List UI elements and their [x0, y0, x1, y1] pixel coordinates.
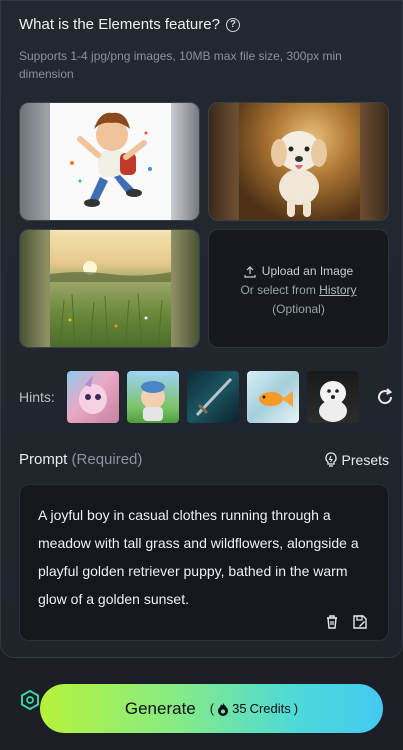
credits-label: Credits: [249, 701, 291, 716]
meadow-image: [50, 230, 171, 347]
hint-thumbnail-sword[interactable]: [187, 371, 239, 423]
upload-slot[interactable]: Upload an Image Or select from History (…: [208, 229, 389, 348]
panel-title: What is the Elements feature?: [19, 16, 220, 33]
prompt-label: Prompt: [19, 451, 68, 468]
boy-image: [50, 103, 171, 220]
refresh-icon[interactable]: [375, 387, 395, 407]
elements-panel: What is the Elements feature? ? Supports…: [0, 0, 403, 658]
prompt-label-group: Prompt (Required): [19, 451, 142, 468]
prompt-textarea[interactable]: A joyful boy in casual clothes running t…: [19, 484, 389, 641]
hint-thumbnail-cartoon[interactable]: [127, 371, 179, 423]
prompt-required: (Required): [71, 451, 143, 468]
panel-header: What is the Elements feature? ?: [19, 16, 240, 33]
prompt-header: Prompt (Required) Presets: [19, 451, 389, 468]
credits-close-paren: ): [293, 701, 299, 716]
generate-label: Generate: [124, 698, 196, 718]
hints-label: Hints:: [19, 389, 55, 405]
prompt-text[interactable]: A joyful boy in casual clothes running t…: [38, 501, 372, 613]
upload-label: Upload an Image: [261, 264, 354, 278]
credits-badge: ( 35 Credits ): [210, 701, 298, 716]
prompt-actions: [324, 614, 368, 630]
presets-button[interactable]: Presets: [324, 452, 389, 468]
image-slot-3[interactable]: [19, 229, 200, 348]
image-slot-2[interactable]: [208, 102, 389, 221]
history-link[interactable]: History: [319, 283, 356, 297]
upload-icon: [244, 265, 256, 278]
image-slot-1[interactable]: [19, 102, 200, 221]
optional-text: (Optional): [272, 302, 325, 316]
presets-label: Presets: [341, 451, 389, 468]
credits-open-paren: (: [209, 701, 215, 716]
hints-row: Hints:: [19, 371, 395, 423]
lightbulb-icon: [324, 451, 337, 467]
hint-thumbnail-unicorn[interactable]: [67, 371, 119, 423]
puppy-image: [239, 103, 360, 220]
generate-button[interactable]: Generate ( 35 Credits ): [40, 684, 383, 733]
flame-icon: [218, 702, 229, 716]
panel-subtitle: Supports 1-4 jpg/png images, 10MB max fi…: [19, 49, 342, 81]
upload-line[interactable]: Upload an Image: [209, 262, 388, 281]
hint-thumbnail-puppy[interactable]: [307, 371, 359, 423]
select-from-text: Or select from: [240, 283, 316, 297]
credits-value: 35: [232, 701, 247, 716]
help-icon[interactable]: ?: [225, 17, 240, 32]
save-icon[interactable]: [352, 614, 368, 630]
hint-thumbnail-goldfish[interactable]: [247, 371, 299, 423]
trash-icon[interactable]: [324, 614, 340, 630]
hexagon-logo-icon: [21, 690, 39, 710]
